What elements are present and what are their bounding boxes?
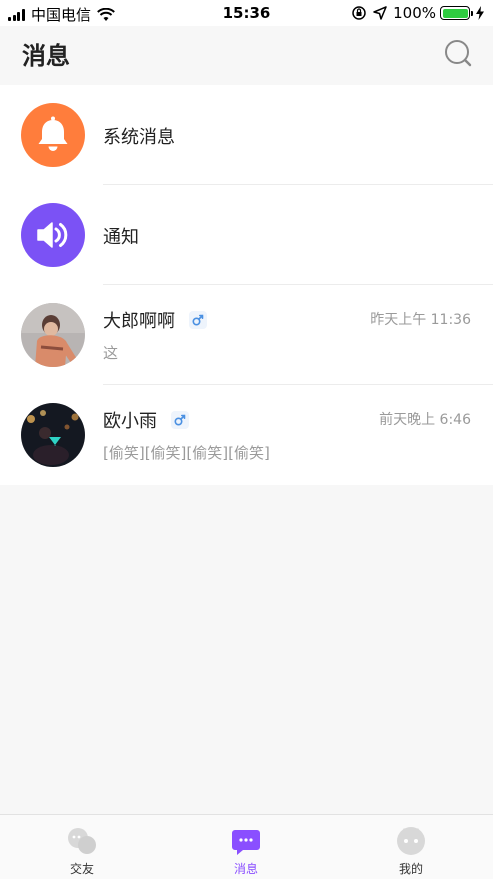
list-item-notice[interactable]: 通知 xyxy=(0,185,493,285)
bell-icon xyxy=(21,103,85,167)
search-icon[interactable] xyxy=(443,38,473,68)
message-preview: [偷笑][偷笑][偷笑][偷笑] xyxy=(103,444,270,462)
tab-label: 消息 xyxy=(233,862,258,876)
message-time: 前天晚上 6:46 xyxy=(379,412,471,428)
messages-screen: 中国电信 15:36 100% 消息 系统消息 通知 大郎啊啊 昨天上午 11:… xyxy=(0,0,493,879)
speaker-icon xyxy=(21,203,85,267)
orientation-lock-icon xyxy=(352,6,366,20)
list-item-system-messages[interactable]: 系统消息 xyxy=(0,85,493,185)
message-list: 系统消息 通知 大郎啊啊 昨天上午 11:36 这 欧小雨 前天晚上 6:46 … xyxy=(0,85,493,485)
location-arrow-icon xyxy=(373,6,387,20)
male-icon xyxy=(170,411,189,429)
battery-icon xyxy=(440,6,473,20)
status-bar-right: 100% xyxy=(351,4,485,22)
message-icon xyxy=(232,830,260,855)
male-icon xyxy=(188,311,207,329)
status-bar: 中国电信 15:36 100% xyxy=(0,0,493,26)
avatar xyxy=(21,403,85,467)
tab-friends[interactable]: 交友 xyxy=(0,815,164,879)
tab-profile[interactable]: 我的 xyxy=(329,815,493,879)
page-title: 消息 xyxy=(22,42,70,70)
page-header: 消息 xyxy=(0,26,493,85)
list-item-title: 通知 xyxy=(103,227,139,248)
tab-label: 我的 xyxy=(398,862,423,876)
list-item-title: 欧小雨 xyxy=(103,407,189,433)
tab-messages[interactable]: 消息 xyxy=(164,815,328,879)
message-time: 昨天上午 11:36 xyxy=(370,312,471,328)
tab-label: 交友 xyxy=(69,862,94,876)
message-preview: 这 xyxy=(103,344,119,362)
chat-bubbles-icon xyxy=(68,828,96,854)
list-item-chat[interactable]: 欧小雨 前天晚上 6:46 [偷笑][偷笑][偷笑][偷笑] xyxy=(0,385,493,485)
contact-name: 大郎啊啊 xyxy=(103,311,175,332)
battery-percent: 100% xyxy=(393,4,436,22)
profile-face-icon xyxy=(397,827,425,855)
contact-name: 欧小雨 xyxy=(103,411,157,432)
bottom-tab-bar: 交友 消息 我的 xyxy=(0,814,493,879)
avatar xyxy=(21,303,85,367)
list-item-chat[interactable]: 大郎啊啊 昨天上午 11:36 这 xyxy=(0,285,493,385)
charging-bolt-icon xyxy=(476,6,484,20)
list-item-title: 系统消息 xyxy=(103,127,175,148)
list-item-title: 大郎啊啊 xyxy=(103,307,207,333)
